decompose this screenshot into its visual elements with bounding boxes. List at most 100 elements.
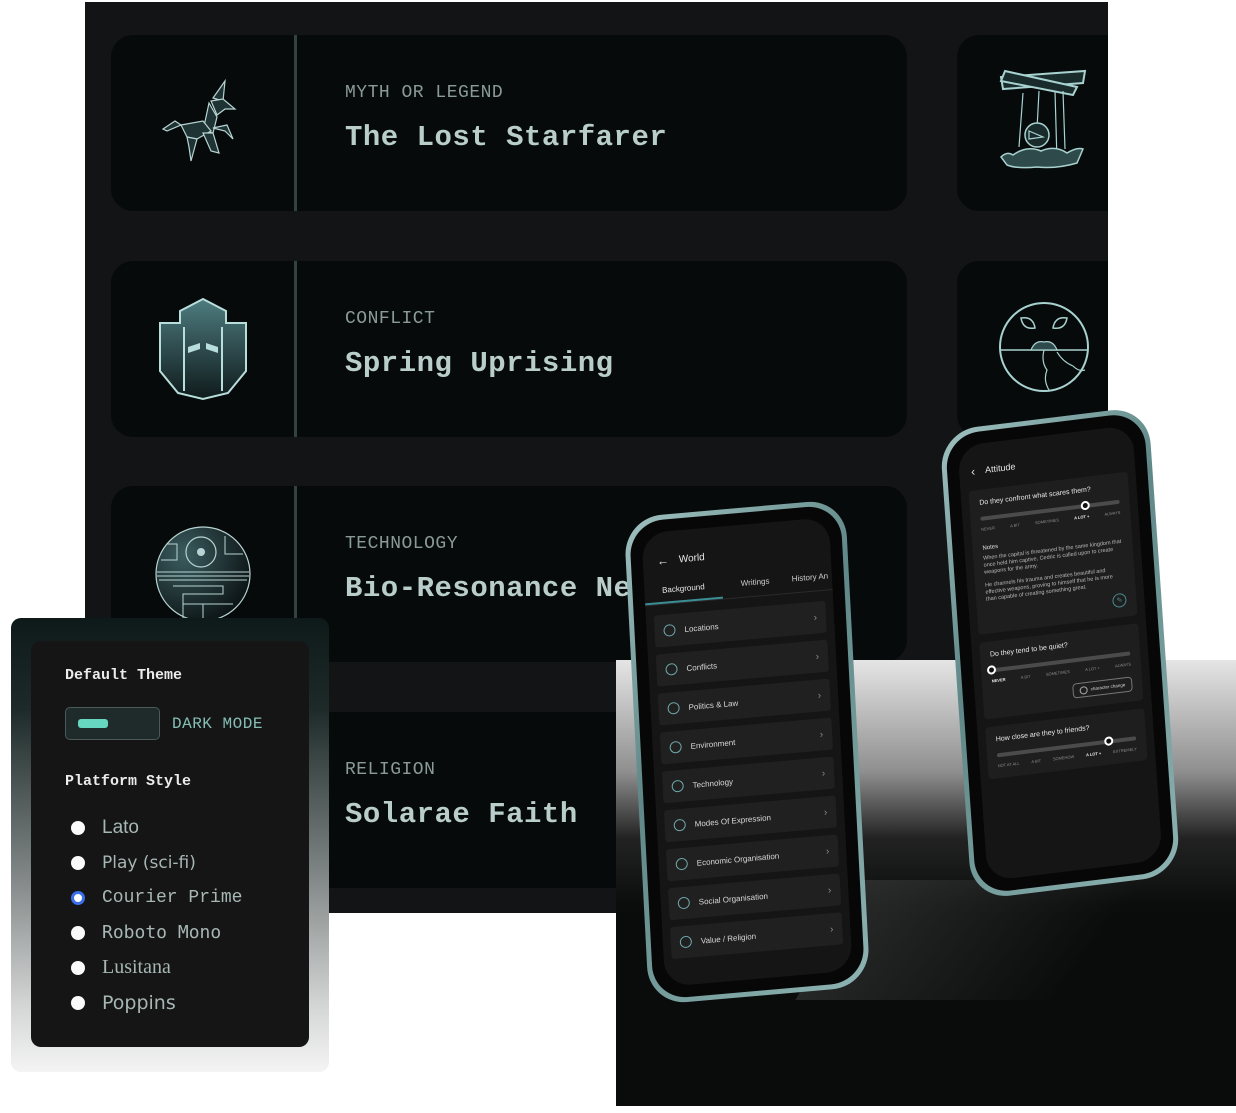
slider-label: NOT AT ALL	[997, 760, 1020, 769]
world-title: World	[678, 551, 705, 565]
radio-button[interactable]	[71, 855, 85, 870]
radio-label: Lusitana	[102, 956, 171, 978]
slider-label-selected: A LOT +	[1085, 750, 1102, 758]
shield-icon	[111, 261, 295, 437]
toggle-knob	[78, 719, 108, 728]
world-item-politics-law[interactable]: Politics & Law ›	[657, 678, 831, 726]
radio-label: Courier Prime	[102, 887, 243, 908]
slider-labels: NEVER A BIT SOMETIMES A LOT + ALWAYS	[981, 510, 1120, 532]
radio-button[interactable]	[71, 960, 85, 975]
slider-thumb[interactable]	[1080, 500, 1091, 511]
radio-option-lato[interactable]: Lato	[71, 810, 275, 845]
character-change-label: character change	[1090, 682, 1126, 692]
question-card-friends: How close are they to friends? NOT AT AL…	[985, 708, 1148, 780]
radio-button[interactable]	[71, 925, 85, 940]
card-title: Spring Uprising	[345, 347, 614, 380]
radio-button[interactable]	[71, 820, 85, 835]
slider-label: SOMETIMES	[1045, 668, 1070, 677]
pillars-icon	[663, 623, 676, 637]
radio-label: Lato	[102, 816, 139, 838]
slider-label: ALWAYS	[1104, 509, 1121, 517]
helmet-icon	[665, 662, 678, 676]
slider-thumb[interactable]	[1103, 736, 1114, 747]
tab-history[interactable]: History An	[787, 563, 832, 593]
world-item-locations[interactable]: Locations ›	[653, 600, 827, 648]
radio-button[interactable]	[71, 995, 85, 1010]
platform-style-label: Platform Style	[65, 773, 192, 790]
arrow-left-icon[interactable]: ←	[657, 553, 670, 568]
item-label: Technology	[692, 776, 734, 790]
slider-label: SOMETIMES	[1034, 517, 1060, 526]
chevron-right-icon: ›	[829, 923, 834, 935]
world-item-conflicts[interactable]: Conflicts ›	[655, 639, 829, 687]
item-label: Social Organisation	[698, 891, 769, 907]
card-category: MYTH OR LEGEND	[345, 83, 504, 103]
chevron-left-icon[interactable]: ‹	[971, 464, 976, 478]
question-card-confront: Do they confront what scares them? NEVER…	[968, 471, 1138, 635]
slider-label: A LOT +	[1084, 665, 1100, 673]
character-change-button[interactable]: character change	[1072, 676, 1133, 699]
item-label: Locations	[684, 621, 719, 634]
radio-option-courier-prime[interactable]: Courier Prime	[71, 880, 275, 915]
side-card-environment[interactable]	[957, 261, 1108, 437]
platform-style-radio-group: Lato Play (sci-fi) Courier Prime Roboto …	[65, 810, 275, 1020]
side-card-puppet[interactable]	[957, 35, 1108, 211]
slider-label-selected: A LOT +	[1073, 513, 1090, 521]
gear-target-icon	[671, 779, 684, 793]
slider-label: A BIT	[1009, 522, 1020, 529]
radio-label: Roboto Mono	[102, 922, 222, 943]
slider-thumb[interactable]	[986, 664, 997, 675]
chevron-right-icon: ›	[825, 845, 830, 857]
item-label: Modes Of Expression	[694, 812, 772, 829]
dark-mode-label: DARK MODE	[172, 714, 263, 733]
item-label: Value / Religion	[700, 931, 757, 946]
character-change-icon	[1079, 685, 1088, 695]
slider-label: A BIT	[1020, 673, 1031, 680]
question-card-quiet: Do they tend to be quiet? NEVER A BIT SO…	[979, 623, 1144, 720]
card-divider	[294, 35, 297, 211]
origami-unicorn-icon	[111, 35, 295, 211]
radio-option-lusitana[interactable]: Lusitana	[71, 950, 275, 985]
dark-mode-toggle[interactable]	[65, 707, 160, 740]
theme-settings-panel: Default Theme DARK MODE Platform Style L…	[31, 641, 309, 1047]
world-item-technology[interactable]: Technology ›	[661, 756, 836, 804]
world-item-economic-organisation[interactable]: Economic Organisation ›	[665, 834, 840, 882]
slider-labels: NOT AT ALL A BIT SOMEHOW A LOT + EXTREME…	[998, 746, 1137, 768]
lore-card-myth[interactable]: MYTH OR LEGEND The Lost Starfarer	[111, 35, 907, 211]
default-theme-label: Default Theme	[65, 667, 183, 684]
radio-option-roboto-mono[interactable]: Roboto Mono	[71, 915, 275, 950]
radio-label: Poppins	[102, 991, 176, 1014]
radio-button-selected[interactable]	[71, 890, 85, 905]
item-label: Conflicts	[686, 660, 718, 673]
attitude-screen: ‹ Attitude Do they confront what scares …	[957, 424, 1163, 882]
ring-icon	[675, 857, 689, 871]
world-item-social-organisation[interactable]: Social Organisation ›	[668, 873, 842, 921]
item-label: Economic Organisation	[696, 851, 780, 868]
earth-sprout-icon	[997, 300, 1091, 399]
world-item-modes-of-expression[interactable]: Modes Of Expression ›	[663, 795, 838, 843]
chevron-right-icon: ›	[817, 689, 822, 702]
chevron-right-icon: ›	[813, 611, 818, 624]
card-divider	[294, 261, 297, 437]
chevron-right-icon: ›	[819, 728, 824, 741]
chevron-right-icon: ›	[821, 767, 826, 780]
world-item-value-religion[interactable]: Value / Religion ›	[670, 912, 844, 960]
slider-label: NEVER	[981, 525, 996, 532]
chevron-right-icon: ›	[827, 884, 832, 896]
person-pin-icon	[667, 701, 680, 715]
edit-pencil-icon[interactable]: ✎	[1112, 592, 1127, 609]
slider-label: EXTREMELY	[1112, 746, 1138, 755]
radio-option-play[interactable]: Play (sci-fi)	[71, 845, 275, 880]
lore-card-conflict[interactable]: CONFLICT Spring Uprising	[111, 261, 907, 437]
slider-label: SOMEHOW	[1052, 753, 1075, 762]
mask-icon	[673, 818, 687, 832]
item-label: Environment	[690, 737, 736, 751]
phone-attitude-mockup: ‹ Attitude Do they confront what scares …	[939, 405, 1181, 901]
globe-leaf-icon	[669, 740, 682, 754]
radio-option-poppins[interactable]: Poppins	[71, 985, 275, 1020]
world-item-environment[interactable]: Environment ›	[659, 717, 833, 765]
attitude-title: Attitude	[984, 461, 1016, 476]
slider-label: ALWAYS	[1114, 661, 1132, 669]
chevron-right-icon: ›	[823, 806, 828, 818]
slider-label-selected: NEVER	[991, 676, 1006, 684]
